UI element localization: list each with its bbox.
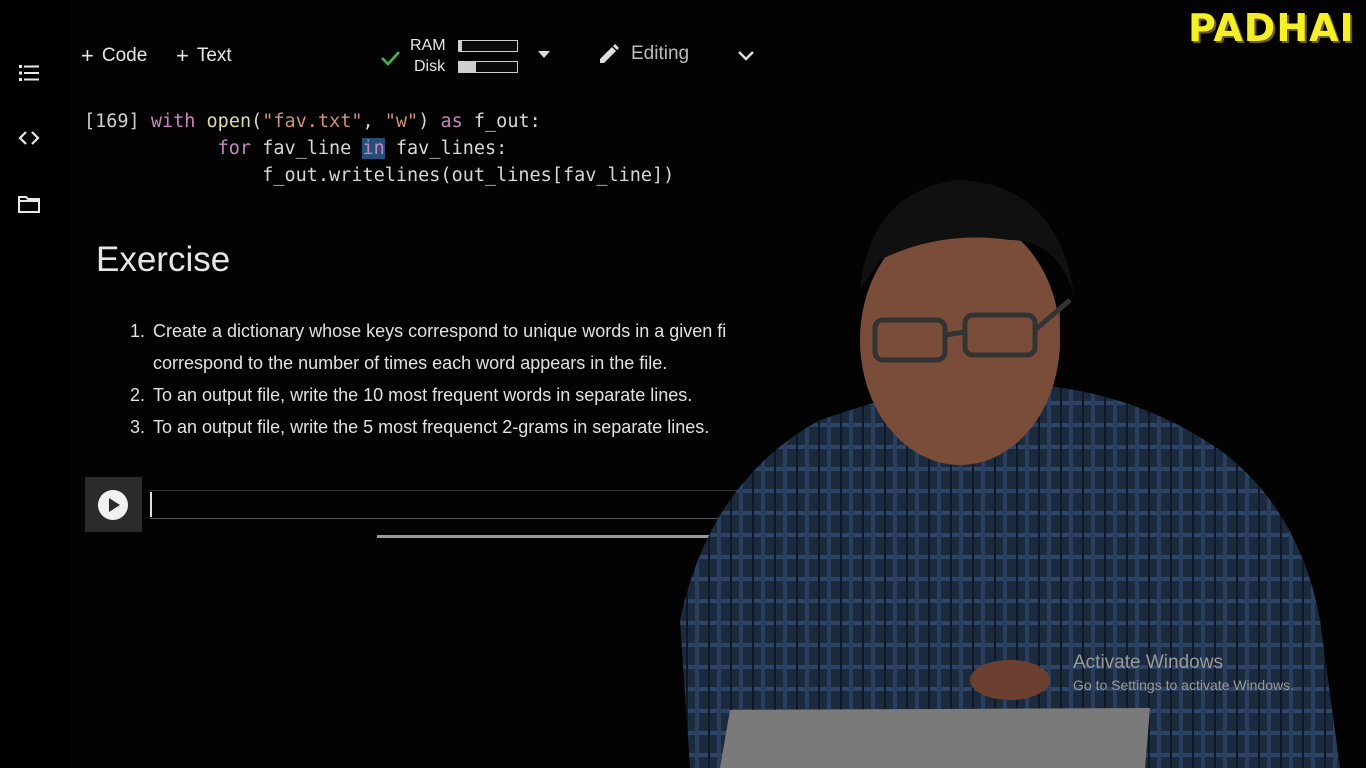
add-text-button[interactable]: + Text	[176, 44, 232, 68]
code-token: "w"	[384, 111, 419, 132]
code-token: f_out:	[462, 111, 541, 132]
list-item-text: To an output file, write the 10 most fre…	[153, 385, 693, 405]
code-token: f_out.writelines(out_lines[fav_line])	[262, 165, 675, 186]
code-snippets-icon[interactable]	[17, 126, 41, 150]
ram-label: RAM	[410, 37, 446, 54]
play-icon	[98, 490, 128, 520]
plus-icon: +	[81, 43, 94, 68]
list-number: 1.	[130, 321, 146, 341]
pencil-icon	[600, 44, 619, 63]
left-sidebar	[0, 0, 70, 768]
add-code-button[interactable]: + Code	[81, 44, 147, 68]
table-of-contents-icon[interactable]	[17, 61, 41, 85]
activate-subtitle: Go to Settings to activate Windows.	[1073, 677, 1294, 693]
code-token: fav_line	[251, 138, 363, 159]
code-token: fav_lines:	[384, 138, 508, 159]
code-token: for	[217, 138, 252, 159]
plus-icon: +	[176, 43, 189, 68]
execution-count: [169]	[84, 111, 140, 132]
code-token-highlighted: in	[362, 138, 385, 159]
folder-icon[interactable]	[17, 192, 41, 216]
list-number: 3.	[130, 417, 146, 437]
code-cell[interactable]: [169] with open("fav.txt", "w") as f_out…	[84, 108, 674, 189]
disk-usage-bar	[458, 61, 518, 73]
add-text-label: Text	[196, 45, 232, 66]
disk-label: Disk	[414, 58, 446, 75]
text-cursor	[150, 492, 152, 517]
code-token: "fav.txt"	[262, 111, 363, 132]
padhai-logo: PADHAI	[1188, 6, 1355, 50]
run-cell-button[interactable]	[85, 477, 142, 532]
list-number: 2.	[130, 385, 146, 405]
code-token: as	[440, 111, 463, 132]
resource-monitor[interactable]: RAM Disk	[378, 36, 558, 78]
code-token: open	[206, 111, 252, 132]
markdown-heading: Exercise	[96, 240, 231, 279]
chevron-down-icon[interactable]	[736, 46, 756, 66]
add-code-label: Code	[101, 45, 148, 66]
check-icon	[381, 51, 400, 66]
caret-down-icon[interactable]	[538, 51, 550, 58]
activate-title: Activate Windows	[1073, 652, 1223, 673]
editing-label: Editing	[631, 43, 690, 64]
ram-usage-bar	[458, 40, 518, 52]
list-item-text: correspond to the number of times each w…	[153, 353, 668, 373]
code-token: with	[150, 111, 196, 132]
activate-windows-watermark: Activate Windows Go to Settings to activ…	[1073, 652, 1294, 693]
editing-mode-toggle[interactable]: Editing	[597, 42, 689, 66]
